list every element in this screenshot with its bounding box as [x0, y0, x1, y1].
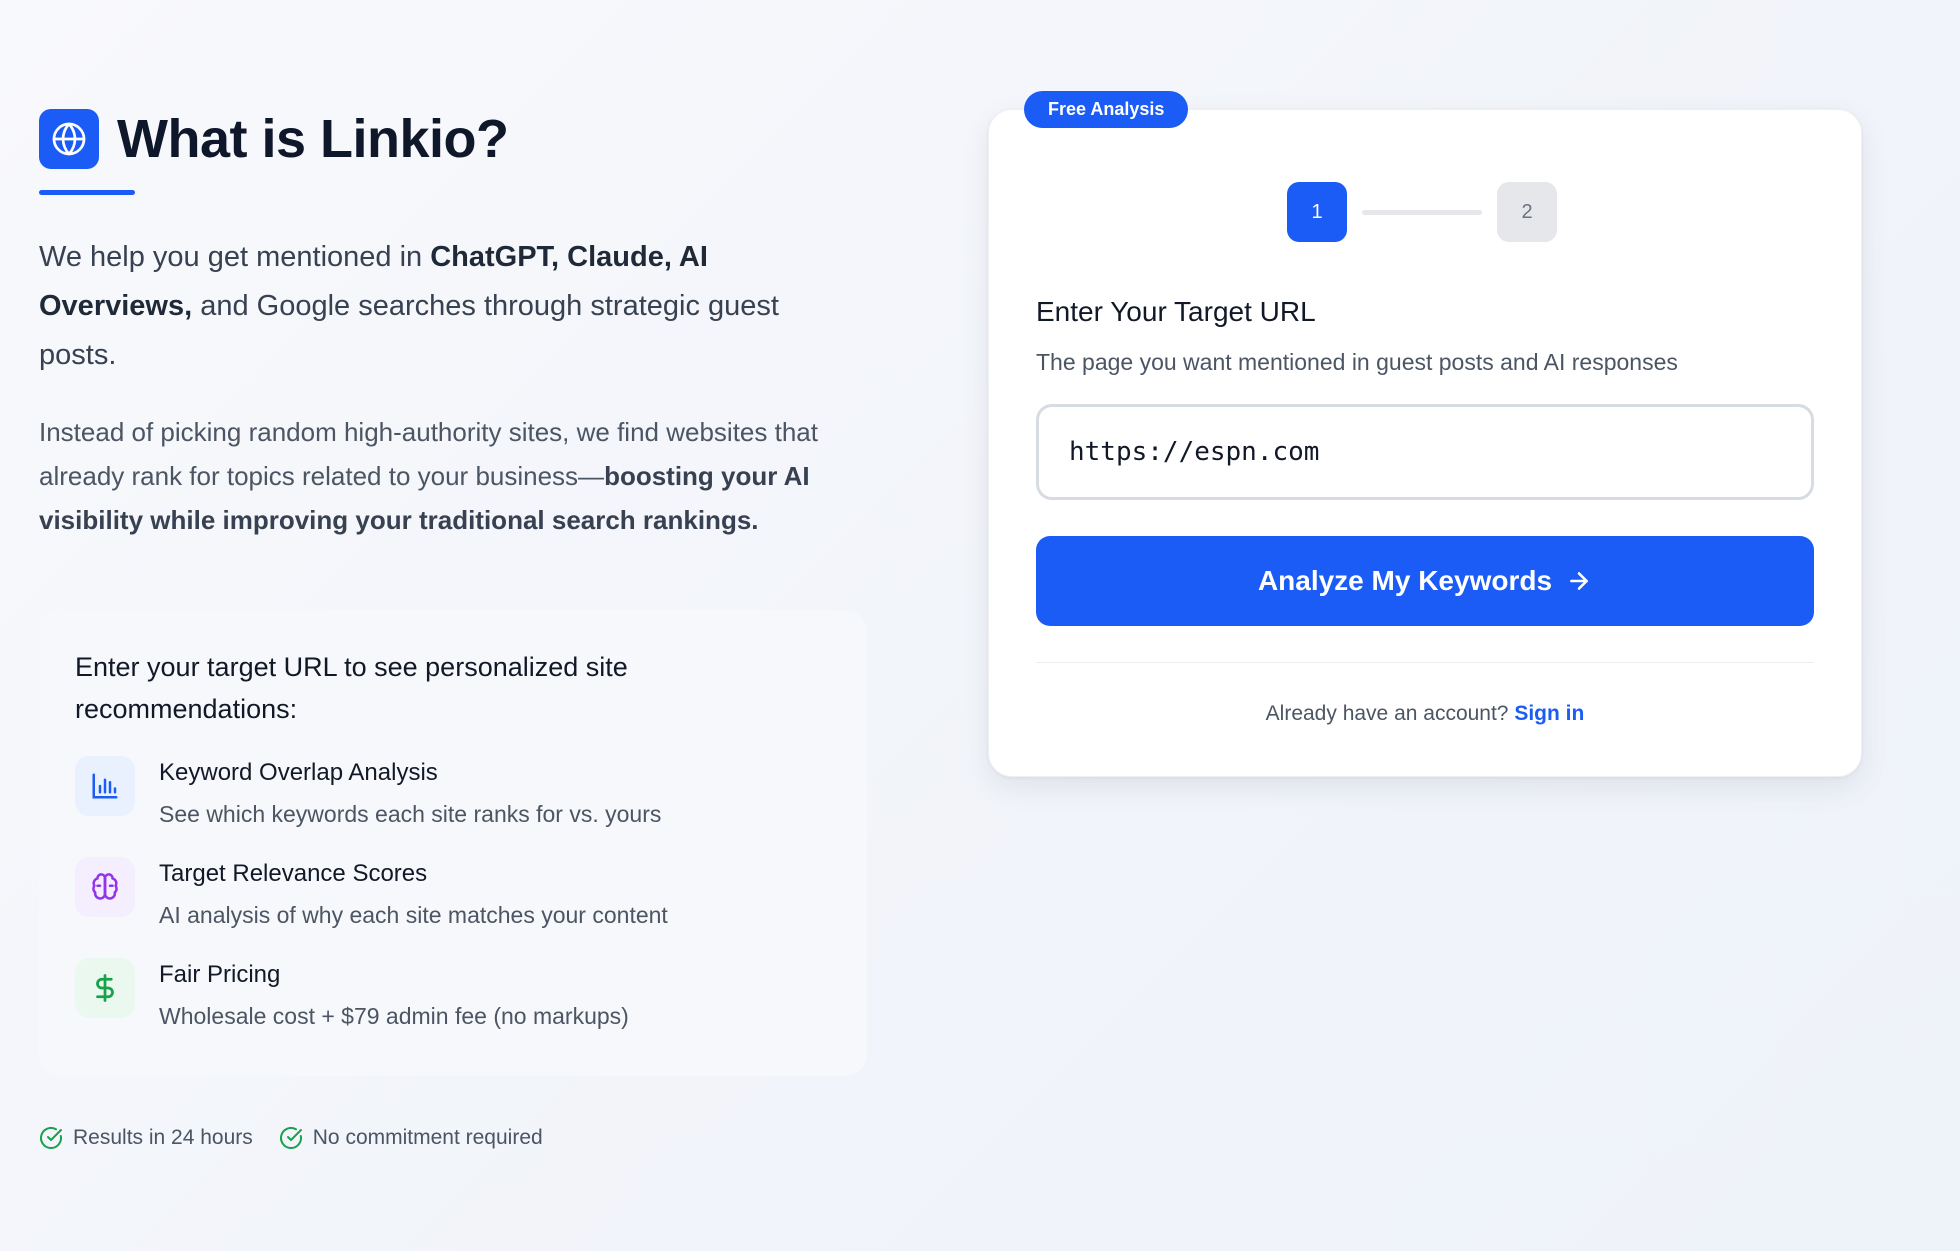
brain-icon	[92, 873, 118, 900]
card-title: Enter Your Target URL	[1036, 296, 1316, 327]
step-indicator: 1 2	[1287, 182, 1557, 242]
trust-badge-label: Results in 24 hours	[73, 1126, 253, 1149]
feature-item: Fair Pricing Wholesale cost + $79 admin …	[75, 958, 831, 1033]
title-row: What is Linkio?	[39, 108, 869, 170]
logo-badge	[39, 109, 99, 169]
feature-description: Wholesale cost + $79 admin fee (no marku…	[159, 1003, 629, 1029]
feature-description: AI analysis of why each site matches you…	[159, 902, 668, 928]
target-url-input[interactable]	[1036, 404, 1814, 500]
page-title: What is Linkio?	[117, 109, 509, 169]
analyze-keywords-button[interactable]: Analyze My Keywords	[1036, 536, 1814, 626]
dollar-icon	[96, 974, 114, 1002]
features-panel: Enter your target URL to see personalize…	[39, 610, 867, 1076]
hero-section: What is Linkio? We help you get mentione…	[39, 108, 869, 542]
feature-item: Target Relevance Scores AI analysis of w…	[75, 857, 831, 932]
feature-item: Keyword Overlap Analysis See which keywo…	[75, 756, 831, 831]
hero-lead: We help you get mentioned in ChatGPT, Cl…	[39, 233, 859, 380]
analyze-button-label: Analyze My Keywords	[1257, 565, 1553, 596]
step-1: 1	[1287, 182, 1347, 242]
feature-description: See which keywords each site ranks for v…	[159, 801, 662, 827]
lead-text: We help you get mentioned in	[39, 241, 431, 273]
features-heading: Enter your target URL to see personalize…	[75, 652, 628, 724]
title-underline	[39, 190, 135, 195]
signin-prompt: Already have an account?	[1265, 702, 1509, 725]
feature-icon-wrap	[75, 958, 135, 1018]
card-subtitle: The page you want mentioned in guest pos…	[1036, 349, 1678, 375]
feature-title: Target Relevance Scores	[159, 860, 428, 887]
signin-row: Already have an account? Sign in	[988, 702, 1862, 726]
bar-chart-icon	[92, 773, 118, 799]
trust-badge: Results in 24 hours	[39, 1126, 253, 1150]
free-analysis-pill: Free Analysis	[1024, 91, 1189, 128]
globe-icon	[52, 122, 86, 156]
trust-badges: Results in 24 hours No commitment requir…	[39, 1126, 543, 1150]
feature-title: Keyword Overlap Analysis	[159, 759, 438, 786]
card-divider	[1036, 662, 1814, 663]
check-circle-icon	[40, 1126, 62, 1149]
feature-title: Fair Pricing	[159, 961, 281, 988]
check-circle-icon	[279, 1126, 302, 1149]
signin-link[interactable]: Sign in	[1514, 702, 1584, 725]
step-2: 2	[1497, 182, 1557, 242]
arrow-right-icon	[1570, 572, 1588, 590]
feature-icon-wrap	[75, 756, 135, 816]
trust-badge-label: No commitment required	[312, 1126, 543, 1149]
trust-badge: No commitment required	[279, 1126, 543, 1150]
hero-body: Instead of picking random high-authority…	[39, 410, 869, 542]
step-connector	[1362, 209, 1482, 215]
feature-icon-wrap	[75, 857, 135, 917]
